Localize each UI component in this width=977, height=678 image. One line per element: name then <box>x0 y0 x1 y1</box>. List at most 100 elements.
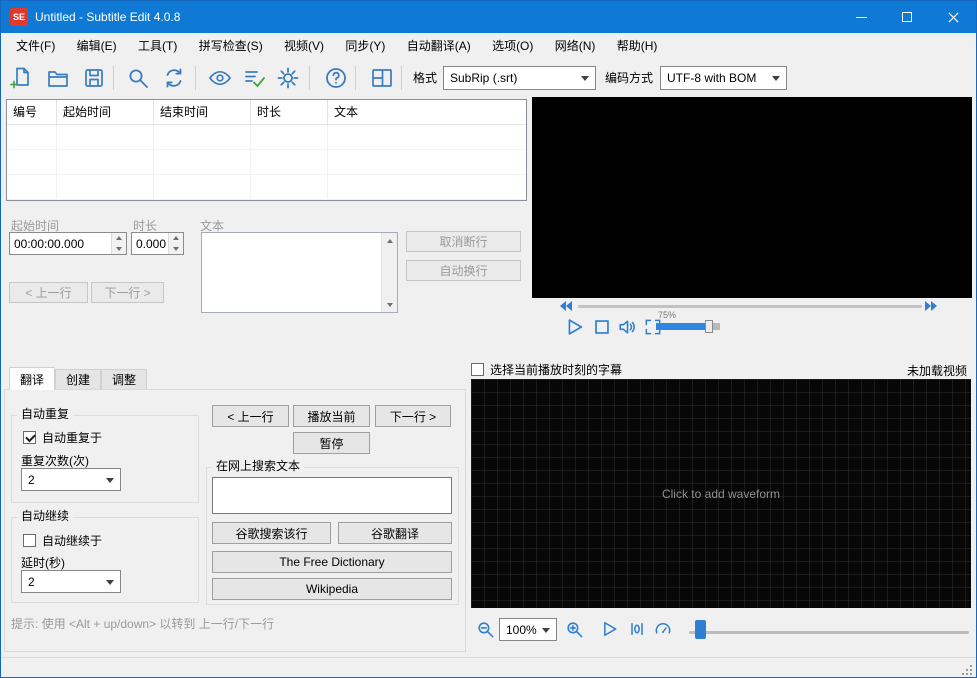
visual-sync-button[interactable] <box>205 63 235 93</box>
column-duration[interactable]: 时长 <box>251 100 328 125</box>
menu-help[interactable]: 帮助(H) <box>608 33 667 59</box>
free-dictionary-button[interactable]: The Free Dictionary <box>212 551 452 573</box>
column-start-time[interactable]: 起始时间 <box>57 100 154 125</box>
spell-check-button[interactable] <box>239 63 269 93</box>
minimize-button[interactable] <box>838 1 884 33</box>
volume-percent-label: 75% <box>658 310 676 320</box>
translate-next-line-button[interactable]: 下一行 > <box>375 405 451 427</box>
duration-down-button[interactable] <box>169 244 183 255</box>
start-time-up-button[interactable] <box>112 233 126 244</box>
auto-continue-checkbox[interactable]: 自动继续于 <box>23 532 102 549</box>
help-button[interactable] <box>321 63 351 93</box>
new-subtitle-button[interactable] <box>7 63 37 93</box>
layout-button[interactable] <box>367 63 397 93</box>
subtitle-text-editor <box>201 232 398 313</box>
text-scrollbar[interactable] <box>381 233 397 312</box>
repeat-count-select[interactable]: 2 <box>21 468 121 491</box>
start-time-spinner[interactable] <box>9 232 127 255</box>
tab-adjust[interactable]: 调整 <box>101 369 147 390</box>
waveform-play-button[interactable] <box>597 617 621 641</box>
google-search-button[interactable]: 谷歌搜索该行 <box>212 522 331 544</box>
pause-button[interactable]: 暂停 <box>293 432 370 454</box>
zoom-in-icon <box>565 620 584 639</box>
waveform-position-thumb[interactable] <box>695 620 706 639</box>
next-line-button[interactable]: 下一行 > <box>91 282 164 303</box>
waveform-placeholder: Click to add waveform <box>662 487 780 501</box>
toolbar-separator <box>401 66 402 90</box>
duration-input[interactable] <box>132 233 168 254</box>
maximize-button[interactable] <box>884 1 930 33</box>
auto-repeat-checkbox[interactable]: 自动重复于 <box>23 429 102 446</box>
menu-options[interactable]: 选项(O) <box>483 33 542 59</box>
seek-bar[interactable] <box>578 305 922 308</box>
seek-back-button[interactable] <box>558 299 574 313</box>
select-current-subtitle-checkbox[interactable]: 选择当前播放时刻的字幕 <box>471 361 622 378</box>
save-button[interactable] <box>79 63 109 93</box>
scroll-down-button[interactable] <box>382 297 397 312</box>
zoom-out-icon <box>476 620 495 639</box>
tab-translate[interactable]: 翻译 <box>9 367 55 390</box>
maximize-icon <box>902 12 912 22</box>
scroll-up-button[interactable] <box>382 233 397 248</box>
volume-slider[interactable] <box>656 323 720 330</box>
menu-video[interactable]: 视频(V) <box>275 33 333 59</box>
menu-network[interactable]: 网络(N) <box>546 33 605 59</box>
menu-edit[interactable]: 编辑(E) <box>68 33 126 59</box>
layout-icon <box>370 66 394 90</box>
format-select-value: SubRip (.srt) <box>450 71 517 85</box>
up-arrow-icon <box>387 239 393 243</box>
subtitle-list[interactable]: 编号 起始时间 结束时间 时长 文本 <box>6 99 527 201</box>
autobreak-button[interactable]: 自动换行 <box>406 260 521 281</box>
encoding-select[interactable]: UTF-8 with BOM <box>660 66 787 90</box>
playback-rate-button[interactable] <box>651 617 675 641</box>
duration-up-button[interactable] <box>169 233 183 244</box>
menu-sync[interactable]: 同步(Y) <box>336 33 394 59</box>
zoom-in-button[interactable] <box>563 618 585 640</box>
column-text[interactable]: 文本 <box>328 100 526 125</box>
start-time-down-button[interactable] <box>112 244 126 255</box>
video-display[interactable] <box>532 97 972 298</box>
up-arrow-icon <box>173 236 179 240</box>
delay-select[interactable]: 2 <box>21 570 121 593</box>
stop-button[interactable] <box>590 315 614 339</box>
duration-spinner[interactable] <box>131 232 184 255</box>
start-time-input[interactable] <box>10 233 111 254</box>
seek-forward-button[interactable] <box>923 299 939 313</box>
waveform-zoom-select[interactable]: 100% <box>499 618 557 641</box>
open-file-button[interactable] <box>43 63 73 93</box>
unbreak-button[interactable]: 取消断行 <box>406 231 521 252</box>
column-end-time[interactable]: 结束时间 <box>154 100 251 125</box>
volume-thumb[interactable] <box>705 320 713 333</box>
menu-spellcheck[interactable]: 拼写检查(S) <box>190 33 272 59</box>
previous-line-button[interactable]: < 上一行 <box>9 282 88 303</box>
tab-create[interactable]: 创建 <box>55 369 101 390</box>
close-button[interactable] <box>930 1 976 33</box>
play-selection-button[interactable] <box>625 617 649 641</box>
menu-file[interactable]: 文件(F) <box>7 33 64 59</box>
format-select[interactable]: SubRip (.srt) <box>443 66 596 90</box>
play-button[interactable] <box>562 315 586 339</box>
zoom-out-button[interactable] <box>474 618 496 640</box>
auto-repeat-group-label: 自动重复 <box>17 408 73 421</box>
translate-previous-line-button[interactable]: < 上一行 <box>212 405 289 427</box>
menu-tools[interactable]: 工具(T) <box>129 33 186 59</box>
menu-autotranslate[interactable]: 自动翻译(A) <box>398 33 480 59</box>
subtitle-list-header: 编号 起始时间 结束时间 时长 文本 <box>7 100 526 125</box>
mute-button[interactable] <box>616 315 640 339</box>
replace-button[interactable] <box>159 63 189 93</box>
format-label: 格式 <box>413 59 437 97</box>
settings-button[interactable] <box>273 63 303 93</box>
wikipedia-button[interactable]: Wikipedia <box>212 578 452 600</box>
column-number[interactable]: 编号 <box>7 100 57 125</box>
play-current-button[interactable]: 播放当前 <box>293 405 370 427</box>
floppy-disk-icon <box>82 66 106 90</box>
encoding-label: 编码方式 <box>605 59 653 97</box>
waveform-display[interactable]: Click to add waveform <box>471 379 971 608</box>
find-button[interactable] <box>123 63 153 93</box>
resize-grip[interactable] <box>961 664 973 676</box>
waveform-position-slider[interactable] <box>689 631 969 634</box>
google-translate-button[interactable]: 谷歌翻译 <box>338 522 452 544</box>
titlebar: SE Untitled - Subtitle Edit 4.0.8 <box>1 1 976 33</box>
web-search-input[interactable] <box>212 477 452 514</box>
subtitle-text-area[interactable] <box>202 233 381 312</box>
